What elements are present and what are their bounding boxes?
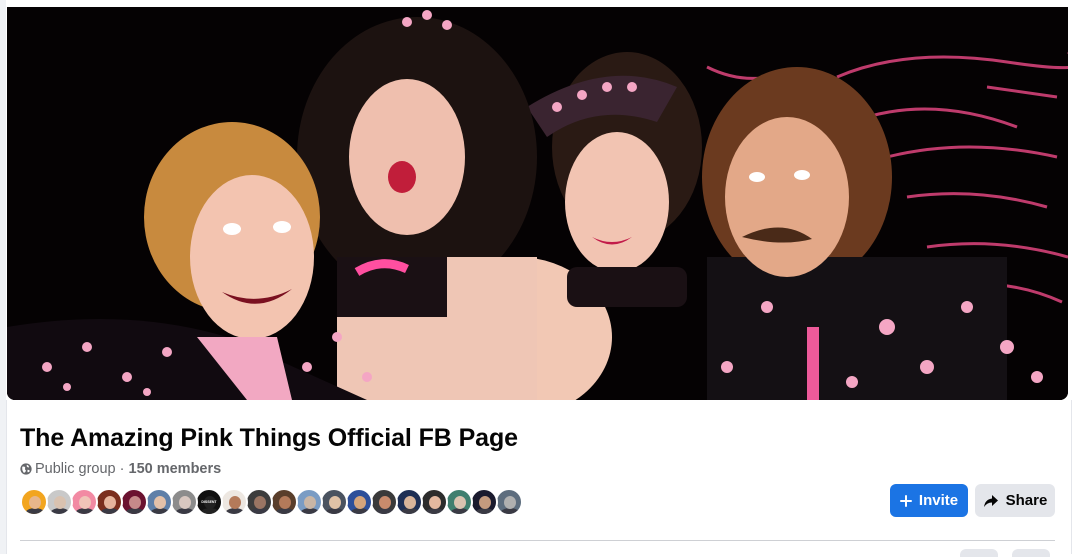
members-count[interactable]: 150 members: [129, 461, 222, 477]
member-avatar[interactable]: [270, 488, 298, 516]
member-avatar[interactable]: [45, 488, 73, 516]
member-avatar[interactable]: [95, 488, 123, 516]
group-meta: Public group · 150 members: [20, 461, 221, 477]
cover-illustration: [7, 7, 1068, 400]
member-avatar[interactable]: [120, 488, 148, 516]
privacy-label[interactable]: Public group: [35, 461, 116, 477]
member-avatar[interactable]: [20, 488, 48, 516]
member-avatar[interactable]: [470, 488, 498, 516]
member-avatar[interactable]: [220, 488, 248, 516]
member-avatars[interactable]: DISSENT: [20, 488, 523, 516]
invite-button[interactable]: Invite: [890, 484, 968, 517]
group-title[interactable]: The Amazing Pink Things Official FB Page: [20, 424, 518, 453]
member-avatar[interactable]: [495, 488, 523, 516]
member-avatar[interactable]: DISSENT: [195, 488, 223, 516]
share-label: Share: [1005, 492, 1048, 509]
header-divider: [20, 540, 1055, 541]
member-avatar[interactable]: [295, 488, 323, 516]
member-avatar[interactable]: [320, 488, 348, 516]
tab-stub: [960, 549, 998, 557]
plus-icon: [899, 494, 912, 507]
member-avatar[interactable]: [445, 488, 473, 516]
member-avatar[interactable]: [345, 488, 373, 516]
globe-icon: [20, 463, 32, 475]
member-avatar[interactable]: [370, 488, 398, 516]
member-avatar[interactable]: [70, 488, 98, 516]
member-avatar[interactable]: [420, 488, 448, 516]
share-arrow-icon: [983, 494, 999, 508]
member-avatar[interactable]: [245, 488, 273, 516]
tab-stub: [1012, 549, 1050, 557]
group-cover-photo[interactable]: [7, 7, 1068, 400]
member-avatar[interactable]: [145, 488, 173, 516]
member-avatar[interactable]: [395, 488, 423, 516]
invite-label: Invite: [918, 492, 959, 509]
meta-separator: ·: [115, 461, 129, 477]
member-avatar[interactable]: [170, 488, 198, 516]
avatar-text: DISSENT: [201, 500, 217, 504]
share-button[interactable]: Share: [975, 484, 1055, 517]
